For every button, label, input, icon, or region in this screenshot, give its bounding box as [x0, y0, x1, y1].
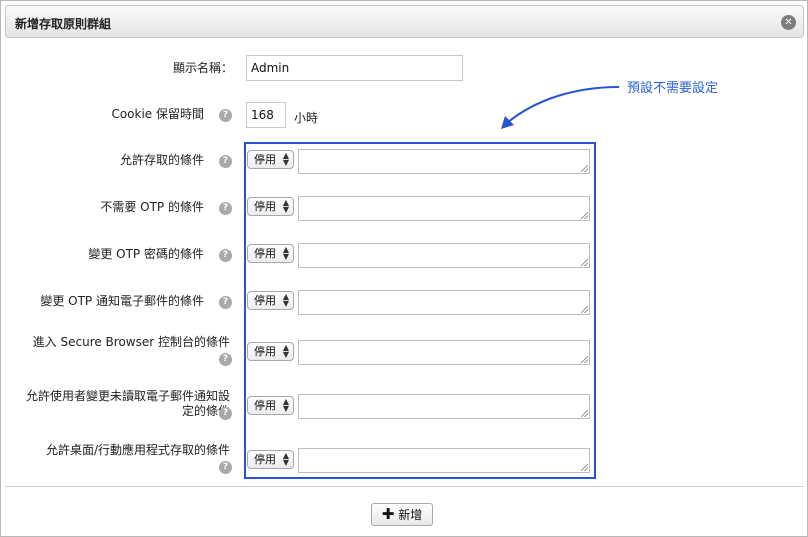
add-button[interactable]: ✚ 新增 — [371, 503, 433, 526]
help-icon[interactable]: ? — [219, 249, 232, 262]
close-icon[interactable]: ✕ — [781, 15, 796, 30]
help-icon[interactable]: ? — [219, 155, 232, 168]
condition-label: 不需要 OTP 的條件 — [100, 200, 204, 214]
cookie-help-icon[interactable]: ? — [219, 109, 232, 122]
help-icon[interactable]: ? — [219, 407, 232, 420]
condition-label: 進入 Secure Browser 控制台的條件 — [32, 335, 230, 349]
annotation-highlight-box — [244, 142, 596, 479]
annotation-text: 預設不需要設定 — [627, 81, 719, 96]
footer-divider — [5, 486, 804, 487]
help-icon[interactable]: ? — [219, 202, 232, 215]
access-policy-dialog: 新增存取原則群組 ✕ 顯示名稱： Cookie 保留時間 ? 小時 允許存取的條… — [0, 0, 808, 537]
dialog-titlebar: 新增存取原則群組 ✕ — [5, 5, 804, 38]
display-name-input[interactable] — [246, 55, 463, 81]
display-name-label: 顯示名稱： — [172, 61, 233, 75]
dialog-title: 新增存取原則群組 — [15, 17, 112, 31]
condition-label: 允許存取的條件 — [119, 153, 204, 167]
help-icon[interactable]: ? — [219, 353, 232, 366]
cookie-input[interactable] — [246, 102, 286, 128]
plus-icon: ✚ — [381, 505, 395, 523]
condition-label: 允許使用者變更未讀取電子郵件通知設定的條件 — [25, 389, 230, 418]
add-button-label: 新增 — [398, 508, 423, 522]
help-icon[interactable]: ? — [219, 296, 232, 309]
condition-label: 允許桌面/行動應用程式存取的條件 — [45, 443, 230, 457]
cookie-label: Cookie 保留時間 — [111, 107, 204, 121]
condition-label: 變更 OTP 密碼的條件 — [88, 247, 204, 261]
help-icon[interactable]: ? — [219, 461, 232, 474]
condition-label: 變更 OTP 通知電子郵件的條件 — [40, 294, 204, 308]
cookie-unit: 小時 — [294, 111, 319, 125]
